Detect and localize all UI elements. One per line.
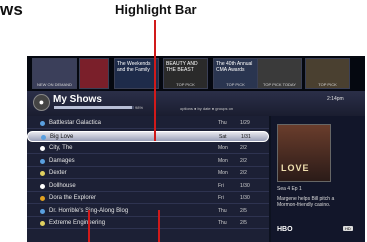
show-date: 2/2 bbox=[240, 170, 247, 176]
status-dot-icon bbox=[40, 208, 45, 214]
carousel-thumb[interactable]: The Weekends and the Family bbox=[114, 58, 159, 89]
show-date: 2/2 bbox=[240, 157, 247, 164]
show-day: Fri bbox=[218, 182, 224, 189]
disk-usage-bar bbox=[54, 106, 134, 109]
network-logo: HBO bbox=[277, 226, 293, 233]
carousel-thumb-text: The Weekends and the Family bbox=[117, 61, 151, 73]
show-date: 2/2 bbox=[240, 145, 247, 151]
poster-title: LOVE bbox=[281, 163, 310, 173]
status-dot-icon bbox=[40, 183, 45, 189]
carousel-thumb[interactable]: The 40th Annual CMA Awards TOP PICK bbox=[213, 58, 258, 89]
show-title: Dora the Explorer bbox=[49, 195, 97, 201]
show-title: City, The bbox=[49, 145, 73, 151]
carousel-thumb-text: The 40th Annual CMA Awards bbox=[216, 61, 253, 73]
carousel-thumb[interactable]: TOP PICK bbox=[305, 58, 350, 89]
status-dot-icon bbox=[40, 146, 45, 151]
carousel-thumb-caption: TOP PICK bbox=[318, 82, 337, 87]
list-item[interactable]: Extreme Engineering Thu 2/5 bbox=[27, 218, 269, 229]
show-day: Mon bbox=[218, 157, 228, 164]
top-carousel: NEW ON DEMAND The Weekends and the Family… bbox=[27, 56, 365, 91]
show-day: Thu bbox=[218, 220, 227, 226]
highlight-bar-label: Highlight Bar bbox=[115, 2, 197, 17]
status-dot-icon bbox=[40, 121, 45, 126]
episode-description: Margene helps Bill pitch a Mormon-friend… bbox=[277, 196, 335, 208]
status-dot-icon bbox=[40, 221, 45, 226]
list-item[interactable]: Battlestar Galactica Thu 1/29 bbox=[27, 118, 269, 129]
list-item[interactable]: City, The Mon 2/2 bbox=[27, 143, 269, 154]
status-dot-icon bbox=[40, 158, 45, 164]
show-day: Fri bbox=[218, 195, 224, 201]
list-item[interactable]: Dollhouse Fri 1/30 bbox=[27, 181, 269, 192]
show-list: Battlestar Galactica Thu 1/29 Big Love Sat 1/… bbox=[27, 116, 269, 242]
carousel-thumb[interactable] bbox=[79, 58, 109, 89]
carousel-thumb[interactable]: NEW ON DEMAND bbox=[32, 58, 77, 89]
show-date: 1/30 bbox=[240, 182, 250, 189]
show-date: 2/5 bbox=[240, 220, 247, 226]
carousel-thumb[interactable]: BEAUTY AND THE BEAST TOP PICK bbox=[163, 58, 208, 89]
list-item[interactable]: Dora the Explorer Fri 1/30 bbox=[27, 193, 269, 204]
my-shows-header: ● My Shows 98% options ● by date ● group… bbox=[27, 91, 365, 116]
carousel-thumb-caption: TOP PICK TODAY bbox=[263, 82, 296, 87]
list-item[interactable]: Damages Mon 2/2 bbox=[27, 156, 269, 167]
carousel-thumb-caption: NEW ON DEMAND bbox=[37, 82, 72, 87]
callout-line-bottom-right bbox=[158, 210, 160, 242]
callout-line-top bbox=[154, 20, 156, 141]
show-title: Extreme Engineering bbox=[49, 220, 106, 226]
callout-line-bottom-left bbox=[88, 210, 90, 242]
sort-legend: options ● by date ● groups on bbox=[180, 106, 234, 111]
hd-badge: HD bbox=[343, 226, 353, 231]
carousel-thumb-text: BEAUTY AND THE BEAST bbox=[166, 61, 198, 73]
episode-label: Sea 4 Ep 1 bbox=[277, 186, 302, 192]
show-title: Dexter bbox=[49, 170, 67, 176]
show-title: Battlestar Galactica bbox=[49, 120, 102, 126]
status-dot-icon bbox=[40, 171, 45, 176]
disk-usage-fill bbox=[54, 106, 133, 109]
status-dot-icon bbox=[40, 196, 45, 201]
tv-screen: NEW ON DEMAND The Weekends and the Family… bbox=[27, 56, 365, 242]
carousel-thumb-caption: TOP PICK bbox=[226, 82, 245, 87]
carousel-thumb-caption: TOP PICK bbox=[176, 82, 195, 87]
show-date: 2/5 bbox=[240, 207, 247, 214]
show-date: 1/30 bbox=[240, 195, 250, 201]
page-title: My Shows bbox=[53, 94, 102, 105]
highlight-bar[interactable]: Big Love Sat 1/31 bbox=[27, 130, 269, 142]
show-day: Sat bbox=[219, 133, 227, 140]
info-panel: LOVE Sea 4 Ep 1 Margene helps Bill pitch… bbox=[271, 116, 365, 242]
carousel-thumb[interactable]: TOP PICK TODAY bbox=[257, 58, 302, 89]
show-day: Mon bbox=[218, 170, 228, 176]
show-day: Thu bbox=[218, 207, 227, 214]
show-day: Thu bbox=[218, 120, 227, 126]
show-date: 1/31 bbox=[241, 133, 251, 140]
list-item[interactable]: Dr. Horrible's Sing-Along Blog Thu 2/5 bbox=[27, 206, 269, 217]
show-poster: LOVE bbox=[277, 124, 331, 182]
list-item[interactable]: Dexter Mon 2/2 bbox=[27, 168, 269, 179]
clock: 2:14pm bbox=[327, 96, 344, 102]
status-dot-icon bbox=[41, 134, 46, 140]
show-title: Big Love bbox=[50, 133, 74, 140]
disk-usage-percent: 98% bbox=[135, 105, 144, 110]
show-title: Damages bbox=[49, 157, 75, 164]
show-date: 1/29 bbox=[240, 120, 250, 126]
show-day: Mon bbox=[218, 145, 228, 151]
show-title: Dollhouse bbox=[49, 182, 76, 189]
tv-icon: ● bbox=[33, 94, 50, 111]
partial-label: ws bbox=[0, 0, 24, 19]
